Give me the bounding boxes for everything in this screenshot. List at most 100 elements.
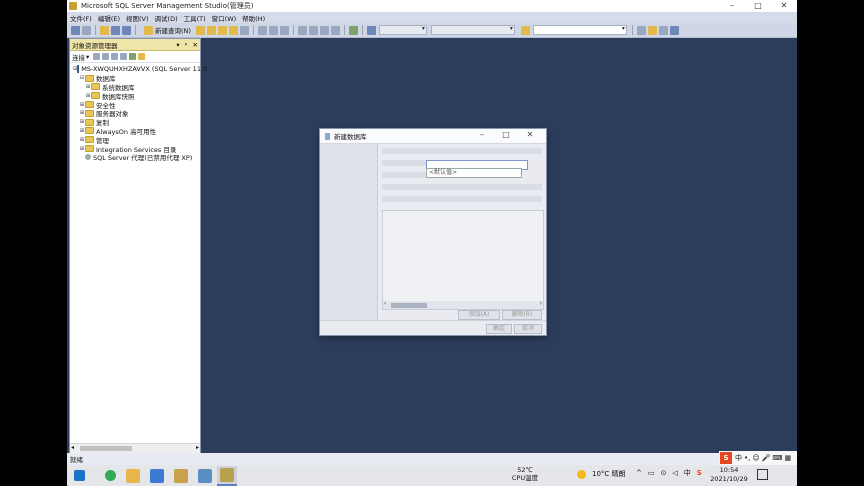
menu-view[interactable]: 视图(V)	[123, 13, 152, 23]
owner-dropdown-option[interactable]: <默认值>	[426, 168, 522, 178]
grid-horizontal-scrollbar[interactable]: ‹ ›	[383, 300, 543, 309]
tray-expand-icon[interactable]: ^	[636, 469, 642, 477]
connect-button[interactable]: 连接	[72, 52, 85, 62]
scrollbar-thumb[interactable]	[391, 303, 427, 308]
cpu-temperature-widget[interactable]: 52℃ CPU温度	[505, 466, 545, 482]
mdx-query-icon[interactable]	[217, 25, 227, 35]
sogou-tray-icon[interactable]: S	[697, 469, 702, 477]
menu-help[interactable]: 帮助(H)	[239, 13, 268, 23]
app-icon[interactable]	[198, 468, 212, 483]
tree-node[interactable]: ⊞ 安全性	[73, 100, 200, 110]
copy-icon[interactable]	[268, 25, 278, 35]
new-project-icon[interactable]	[71, 25, 80, 35]
tree-node[interactable]: SQL Server 代理(已禁用代理 XP)	[73, 153, 200, 162]
find-in-files-icon[interactable]	[520, 25, 530, 35]
undo-icon[interactable]	[297, 25, 307, 35]
analysis-query-icon[interactable]	[206, 25, 216, 35]
activity-icon[interactable]	[138, 53, 146, 60]
add-button[interactable]: 添加(A)	[458, 310, 500, 320]
ime-emoji-icon[interactable]: ☺	[752, 454, 759, 462]
notification-center-icon[interactable]	[757, 469, 768, 480]
ime-mode-toggle[interactable]: 中	[735, 453, 742, 463]
tree-node[interactable]: ⊟ MS-XWQUHXHZAVVX (SQL Server 11.0	[73, 65, 207, 74]
tree-node[interactable]: ⊞ 数据库快照	[73, 91, 200, 101]
ime-keyboard-icon[interactable]: ⌨	[772, 454, 782, 462]
menu-debug[interactable]: 调试(D)	[152, 13, 181, 23]
open-file-icon[interactable]	[100, 25, 109, 35]
navigate-forward-icon[interactable]	[330, 25, 340, 35]
dialog-close-button[interactable]: ✕	[518, 130, 542, 139]
add-item-icon[interactable]	[82, 25, 91, 35]
ssms-icon	[220, 467, 234, 482]
dialog-minimize-button[interactable]: –	[470, 130, 494, 139]
save-all-icon[interactable]	[122, 25, 131, 35]
cut-icon[interactable]	[257, 25, 267, 35]
scroll-left-icon[interactable]: ‹	[384, 300, 386, 307]
weather-widget[interactable]: 10°C 晴朗	[577, 469, 626, 479]
solution-config-combo[interactable]: ▾	[378, 25, 427, 35]
database-files-grid[interactable]: ‹ ›	[382, 210, 544, 310]
navigate-back-icon[interactable]	[319, 25, 329, 35]
battery-icon[interactable]: ▭	[648, 469, 655, 477]
folder-icon	[91, 83, 100, 91]
filter-icon[interactable]	[120, 53, 128, 60]
start-debug-icon[interactable]	[348, 25, 358, 35]
file-explorer-icon[interactable]	[126, 468, 140, 483]
scroll-right-icon[interactable]: ›	[540, 300, 542, 307]
network-icon[interactable]: ⊙	[661, 469, 667, 477]
stop-icon[interactable]	[111, 53, 119, 60]
dmx-query-icon[interactable]	[228, 25, 238, 35]
object-explorer-icon[interactable]	[658, 25, 668, 35]
browser-icon[interactable]	[105, 470, 116, 481]
ime-punctuation-icon[interactable]: •,	[744, 454, 750, 462]
cancel-button[interactable]: 取消	[514, 324, 542, 334]
minimize-button[interactable]: –	[719, 0, 745, 12]
clock[interactable]: 10:54 2021/10/29	[707, 466, 751, 484]
scroll-left-icon[interactable]: ◂	[71, 444, 74, 451]
sogou-ime-icon[interactable]: S	[720, 452, 732, 464]
ssms-taskbar-button[interactable]	[217, 465, 237, 486]
tree-node[interactable]: ⊞ 系统数据库	[73, 83, 200, 92]
panel-dropdown-button[interactable]: ▾	[176, 41, 179, 49]
properties-icon[interactable]	[647, 25, 657, 35]
solution-explorer-icon[interactable]	[636, 25, 646, 35]
maximize-button[interactable]: □	[745, 0, 771, 12]
windows-start-icon[interactable]	[74, 470, 85, 481]
remove-button[interactable]: 删除(R)	[502, 310, 542, 320]
disconnect-icon[interactable]	[102, 53, 110, 60]
menu-file[interactable]: 文件(F)	[67, 13, 95, 23]
pin-icon[interactable]: ᵖ	[185, 41, 188, 49]
panel-close-button[interactable]: ✕	[193, 41, 198, 49]
refresh-icon[interactable]	[129, 53, 137, 60]
ime-voice-icon[interactable]: 🎤	[762, 454, 771, 462]
input-language-indicator[interactable]: 中	[684, 468, 691, 478]
solution-platform-combo[interactable]: ▾	[430, 25, 515, 35]
find-combo[interactable]: ▾	[532, 25, 627, 35]
horizontal-scrollbar[interactable]: ◂ ▸	[70, 443, 200, 453]
redo-icon[interactable]	[308, 25, 318, 35]
database-engine-query-icon[interactable]	[195, 25, 205, 35]
menu-tools[interactable]: 工具(T)	[181, 13, 209, 23]
paste-icon[interactable]	[279, 25, 289, 35]
scrollbar-thumb[interactable]	[80, 446, 132, 451]
menu-window[interactable]: 窗口(W)	[209, 13, 240, 23]
close-button[interactable]: ✕	[771, 0, 797, 12]
new-query-button[interactable]: 新建查询(N)	[143, 25, 191, 35]
save-icon[interactable]	[111, 25, 120, 35]
tree-node[interactable]: ⊞ AlwaysOn 高可用性	[73, 127, 200, 136]
tree-node[interactable]: ⊟ 数据库	[73, 74, 200, 83]
activity-monitor-icon[interactable]	[366, 25, 376, 35]
package-icon[interactable]	[174, 468, 188, 483]
ok-button[interactable]: 确定	[486, 324, 512, 334]
store-icon[interactable]	[150, 468, 164, 483]
xmla-query-icon[interactable]	[239, 25, 249, 35]
tree-node[interactable]: ⊞ 服务器对象	[73, 109, 200, 118]
toolbox-icon[interactable]	[669, 25, 679, 35]
chevron-down-icon[interactable]: ▾	[86, 53, 89, 61]
dialog-maximize-button[interactable]: □	[494, 130, 518, 139]
scroll-right-icon[interactable]: ▸	[196, 444, 199, 451]
ime-toolbox-icon[interactable]: ▦	[785, 454, 792, 462]
connect-icon[interactable]	[93, 53, 101, 60]
menu-edit[interactable]: 编辑(E)	[95, 13, 123, 23]
volume-icon[interactable]: ◁	[672, 469, 677, 477]
